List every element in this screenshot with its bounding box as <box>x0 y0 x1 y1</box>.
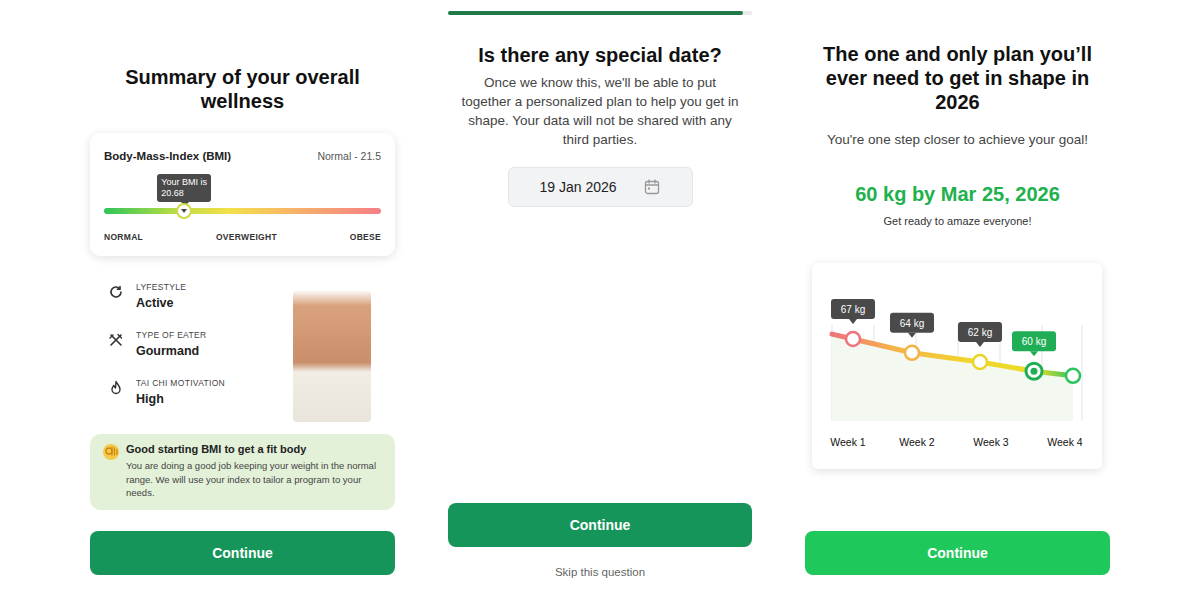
point-marker <box>1066 369 1080 383</box>
point-label: 62 kg <box>968 327 992 338</box>
point-label: 60 kg <box>1022 336 1046 347</box>
point-label-pointer <box>976 342 984 347</box>
skip-link[interactable]: Skip this question <box>448 566 752 578</box>
bmi-scale-label: NORMAL <box>104 232 143 242</box>
continue-button[interactable]: Continue <box>805 531 1110 575</box>
onboarding-screens: Summary of your overall wellness Body-Mas… <box>0 0 1200 600</box>
point-label-box <box>958 322 1002 342</box>
stat-text: TYPE OF EATER Gourmand <box>136 330 206 358</box>
chart-area <box>832 334 1073 421</box>
point-marker <box>846 332 860 346</box>
person-photo <box>293 290 371 422</box>
bmi-marker <box>176 203 192 219</box>
tip-content: Good starting BMI to get a fit body You a… <box>126 443 383 500</box>
plan-title: The one and only plan you’ll ever need t… <box>805 42 1110 114</box>
bmi-card: Body-Mass-Index (BMI) Normal - 21.5 Your B… <box>90 133 395 256</box>
chart-point: 67 kg <box>831 299 875 346</box>
plan-goal-note: Get ready to amaze everyone! <box>805 215 1110 227</box>
progress-track <box>448 11 752 15</box>
bmi-scale-label: OBESE <box>350 232 381 242</box>
refresh-icon <box>108 284 124 300</box>
point-dot <box>1031 368 1038 375</box>
stat-label: LYFESTYLE <box>136 282 186 292</box>
grid-line <box>1082 325 1083 421</box>
continue-button[interactable]: Continue <box>90 531 395 575</box>
chart-point <box>1066 369 1080 383</box>
wellness-summary-panel: Summary of your overall wellness Body-Mas… <box>0 0 400 600</box>
point-label: 67 kg <box>841 304 865 315</box>
stat-value: Active <box>136 296 186 310</box>
chart-point: 62 kg <box>958 322 1002 369</box>
bmi-scale-label: OVERWEIGHT <box>216 232 277 242</box>
plan-subtitle: You're one step closer to achieve your g… <box>805 132 1110 147</box>
progress-fill <box>448 11 743 15</box>
continue-button[interactable]: Continue <box>448 503 752 547</box>
chart-point: 60 kg <box>1012 331 1056 379</box>
plan-panel: The one and only plan you’ll ever need t… <box>800 0 1200 600</box>
fork-knife-icon <box>108 332 124 348</box>
point-label-pointer <box>849 319 857 324</box>
week-label: Week 3 <box>973 436 1009 448</box>
stat-item: TAI CHI MOTIVATION High <box>108 378 225 406</box>
point-label-pointer <box>1030 351 1038 356</box>
bmi-tip-box: Good starting BMI to get a fit body You a… <box>90 434 395 510</box>
weight-line <box>832 334 1073 376</box>
point-label-box <box>831 299 875 319</box>
calendar-icon <box>643 178 661 196</box>
chart-point: 64 kg <box>890 313 934 360</box>
bmi-tooltip: Your BMI is 20.68 <box>157 174 211 202</box>
point-label-pointer <box>908 333 916 338</box>
bmi-label: Body-Mass-Index (BMI) <box>104 150 231 162</box>
flame-icon <box>108 380 124 396</box>
date-value[interactable]: 19 Jan 2026 <box>539 179 616 195</box>
point-label: 64 kg <box>900 318 924 329</box>
stat-text: LYFESTYLE Active <box>136 282 186 310</box>
weight-line-chart: 67 kg 64 kg 62 kg 60 kg Week 1 Week 2 Week 3 We… <box>812 263 1102 469</box>
bmi-reference: Normal - 21.5 <box>317 150 381 162</box>
point-label-box <box>890 313 934 333</box>
special-date-title: Is there any special date? <box>448 43 752 67</box>
stat-value: Gourmand <box>136 344 206 358</box>
stat-item: TYPE OF EATER Gourmand <box>108 330 225 358</box>
stat-value: High <box>136 392 225 406</box>
bmi-scale-track: Your BMI is 20.68 <box>104 208 381 214</box>
bmi-scale-labels: NORMAL OVERWEIGHT OBESE <box>104 232 381 242</box>
special-date-panel: Is there any special date? Once we know t… <box>400 0 800 600</box>
week-label: Week 1 <box>830 436 866 448</box>
date-field[interactable]: 19 Jan 2026 <box>508 167 693 207</box>
point-marker <box>973 355 987 369</box>
stat-label: TAI CHI MOTIVATION <box>136 378 225 388</box>
stat-text: TAI CHI MOTIVATION High <box>136 378 225 406</box>
week-label: Week 2 <box>899 436 935 448</box>
plan-goal: 60 kg by Mar 25, 2026 <box>805 183 1110 206</box>
point-label-box <box>1012 331 1056 351</box>
tip-text: You are doing a good job keeping your we… <box>126 459 383 500</box>
stat-item: LYFESTYLE Active <box>108 282 225 310</box>
bmi-header: Body-Mass-Index (BMI) Normal - 21.5 <box>104 150 381 162</box>
stats-row: LYFESTYLE Active TYPE OF EATER Gourmand TAI … <box>90 282 395 422</box>
summary-title: Summary of your overall wellness <box>90 65 395 113</box>
weight-chart: 67 kg 64 kg 62 kg 60 kg Week 1 Week 2 Week 3 We… <box>812 263 1102 469</box>
point-marker <box>905 346 919 360</box>
point-marker <box>1026 363 1042 379</box>
tip-title: Good starting BMI to get a fit body <box>126 443 383 455</box>
ok-hand-icon <box>102 443 120 461</box>
stat-label: TYPE OF EATER <box>136 330 206 340</box>
special-date-description: Once we know this, we'll be able to put … <box>448 73 752 149</box>
week-label: Week 4 <box>1047 436 1083 448</box>
stats-list: LYFESTYLE Active TYPE OF EATER Gourmand TAI … <box>90 282 225 422</box>
